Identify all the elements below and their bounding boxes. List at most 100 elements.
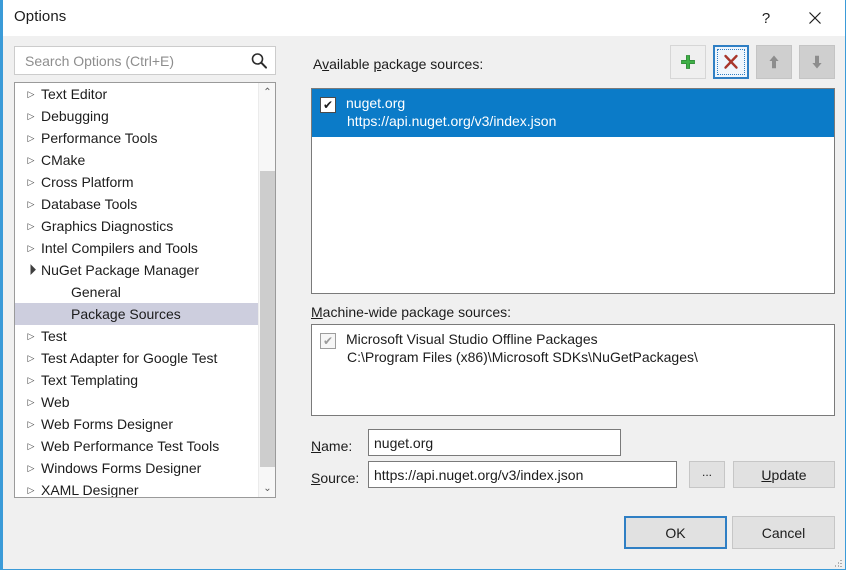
chevron-collapsed-icon[interactable]: ▷ (23, 353, 39, 363)
remove-source-button[interactable] (713, 45, 749, 79)
tree-item-label: Graphics Diagnostics (41, 218, 174, 234)
tree-item-label: XAML Designer (41, 482, 139, 498)
source-name: nuget.org (346, 95, 406, 111)
chevron-up-icon: ⌃ (263, 86, 272, 98)
search-box[interactable] (14, 46, 276, 75)
browse-button[interactable]: ... (689, 461, 725, 488)
page-title: Options (14, 8, 67, 25)
machine-source-row: ✔ Microsoft Visual Studio Offline Package… (312, 325, 834, 373)
chevron-collapsed-icon[interactable]: ▷ (23, 331, 39, 341)
move-up-button[interactable] (756, 45, 792, 79)
tree-item-label: Text Editor (41, 86, 108, 102)
options-dialog: Options ? ▷Text Editor▷Debugging▷Perform… (0, 0, 846, 570)
chevron-collapsed-icon[interactable]: ▷ (23, 111, 39, 121)
label-part: ource: (320, 470, 360, 486)
arrow-up-icon (769, 55, 779, 69)
label-part: A (313, 56, 323, 72)
tree-item-text-editor[interactable]: ▷ Text Editor (15, 83, 260, 105)
available-sources-label: Available package sources: (313, 56, 483, 72)
tree-item-label: Package Sources (71, 306, 181, 322)
sources-toolbar (670, 45, 835, 79)
available-sources-list[interactable]: ✔ nuget.org https://api.nuget.org/v3/index… (311, 88, 835, 294)
tree-item-performance-tools[interactable]: ▷ Performance Tools (15, 127, 260, 149)
tree-item-label: Intel Compilers and Tools (41, 240, 198, 256)
tree-item-label: General (71, 284, 121, 300)
tree-item-test[interactable]: ▷ Test (15, 325, 260, 347)
machine-source-name: Microsoft Visual Studio Offline Packages (346, 331, 598, 347)
tree-item-debugging[interactable]: ▷ Debugging (15, 105, 260, 127)
tree-item-web[interactable]: ▷ Web (15, 391, 260, 413)
scroll-down-button[interactable]: ⌄ (259, 479, 275, 497)
tree-item-web-performance-test-tools[interactable]: ▷ Web Performance Test Tools (15, 435, 260, 457)
machine-wide-sources-list: ✔ Microsoft Visual Studio Offline Package… (311, 324, 835, 416)
chevron-collapsed-icon[interactable]: ▷ (23, 133, 39, 143)
help-button[interactable]: ? (744, 0, 788, 36)
search-input[interactable] (23, 47, 238, 74)
source-url: https://api.nuget.org/v3/index.json (347, 113, 557, 129)
tree-item-general[interactable]: General (15, 281, 260, 303)
search-icon (251, 53, 267, 69)
source-texts: nuget.org https://api.nuget.org/v3/index.… (346, 94, 556, 131)
tree-item-label: Database Tools (41, 196, 138, 212)
resize-grip[interactable] (830, 555, 842, 567)
tree-scrollbar[interactable]: ⌃ ⌄ (258, 83, 275, 497)
cancel-button[interactable]: Cancel (732, 516, 835, 549)
scrollbar-thumb[interactable] (260, 171, 275, 467)
package-sources-pane: Available package sources: ✔ nuget.org h… (299, 42, 837, 502)
machine-source-checkbox: ✔ (320, 333, 336, 349)
chevron-collapsed-icon[interactable]: ▷ (23, 199, 39, 209)
machine-source-path: C:\Program Files (x86)\Microsoft SDKs\Nu… (347, 349, 698, 365)
close-button[interactable] (793, 0, 837, 36)
tree-item-label: Cross Platform (41, 174, 134, 190)
tree-item-cmake[interactable]: ▷ CMake (15, 149, 260, 171)
label-accesskey: U (761, 466, 772, 483)
tree-item-label: Web (41, 394, 70, 410)
options-tree[interactable]: ▷ Text Editor ▷ Debugging ▷ Performance Tools… (14, 82, 276, 498)
tree-item-cross-platform[interactable]: ▷ Cross Platform (15, 171, 260, 193)
chevron-collapsed-icon[interactable]: ▷ (23, 177, 39, 187)
chevron-collapsed-icon[interactable]: ▷ (23, 89, 39, 99)
tree-item-package-sources[interactable]: Package Sources (15, 303, 260, 325)
add-source-button[interactable] (670, 45, 706, 79)
chevron-collapsed-icon[interactable]: ▷ (23, 375, 39, 385)
tree-item-test-adapter-for-google-test[interactable]: ▷ Test Adapter for Google Test (15, 347, 260, 369)
tree-item-nuget-package-manager[interactable]: ◢ NuGet Package Manager (15, 259, 260, 281)
machine-wide-label: Machine-wide package sources: (311, 304, 511, 320)
tree-item-label: Web Forms Designer (41, 416, 174, 432)
chevron-collapsed-icon[interactable]: ▷ (23, 221, 39, 231)
chevron-collapsed-icon[interactable]: ▷ (23, 397, 39, 407)
label-accesskey: M (311, 304, 323, 320)
tree-item-intel-compilers-and-tools[interactable]: ▷ Intel Compilers and Tools (15, 237, 260, 259)
ok-button[interactable]: OK (624, 516, 727, 549)
tree-item-label: Debugging (41, 108, 109, 124)
plus-icon (681, 55, 695, 69)
package-source-row[interactable]: ✔ nuget.org https://api.nuget.org/v3/index… (312, 89, 834, 137)
chevron-collapsed-icon[interactable]: ▷ (23, 485, 39, 495)
tree-item-label: Performance Tools (41, 130, 158, 146)
tree-item-web-forms-designer[interactable]: ▷ Web Forms Designer (15, 413, 260, 435)
chevron-collapsed-icon[interactable]: ▷ (23, 155, 39, 165)
source-input[interactable] (368, 461, 677, 488)
tree-item-database-tools[interactable]: ▷ Database Tools (15, 193, 260, 215)
scroll-up-button[interactable]: ⌃ (259, 83, 275, 101)
source-checkbox[interactable]: ✔ (320, 97, 336, 113)
chevron-collapsed-icon[interactable]: ▷ (23, 243, 39, 253)
chevron-down-icon: ⌄ (263, 482, 272, 494)
tree-item-label: Windows Forms Designer (41, 460, 202, 476)
chevron-expanded-icon[interactable]: ◢ (22, 261, 40, 279)
move-down-button[interactable] (799, 45, 835, 79)
tree-item-text-templating[interactable]: ▷ Text Templating (15, 369, 260, 391)
title-bar: Options ? (3, 0, 845, 36)
name-input[interactable] (368, 429, 621, 456)
chevron-collapsed-icon[interactable]: ▷ (23, 463, 39, 473)
label-part: ame: (321, 438, 353, 454)
tree-item-graphics-diagnostics[interactable]: ▷ Graphics Diagnostics (15, 215, 260, 237)
name-label: Name: (311, 438, 352, 454)
source-label: Source: (311, 470, 359, 486)
chevron-collapsed-icon[interactable]: ▷ (23, 441, 39, 451)
tree-item-label: Web Performance Test Tools (41, 438, 220, 454)
tree-item-xaml-designer[interactable]: ▷ XAML Designer (15, 479, 260, 498)
chevron-collapsed-icon[interactable]: ▷ (23, 419, 39, 429)
tree-item-windows-forms-designer[interactable]: ▷ Windows Forms Designer (15, 457, 260, 479)
update-button[interactable]: Update (733, 461, 835, 488)
